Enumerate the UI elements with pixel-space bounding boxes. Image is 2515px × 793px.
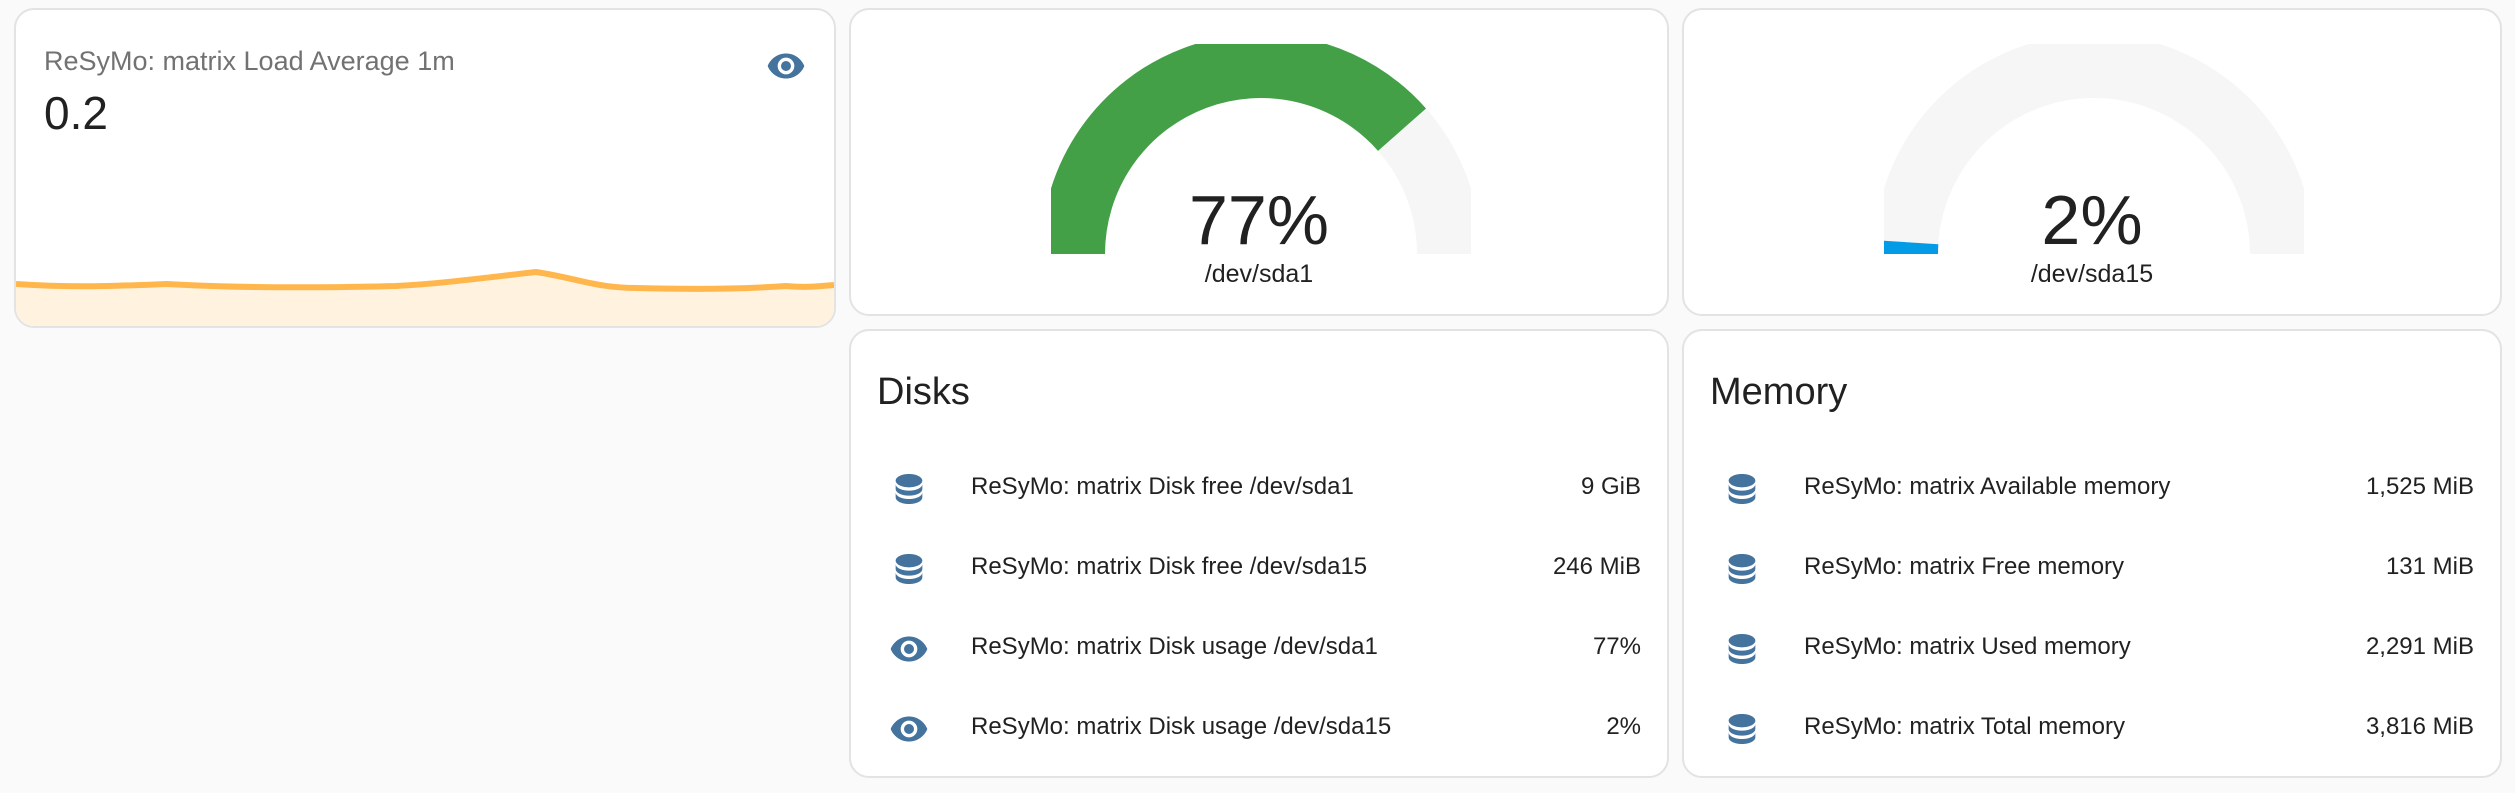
entity-label: ReSyMo: matrix Disk usage /dev/sda1 (971, 633, 1378, 660)
database-icon (1728, 714, 1756, 744)
entity-value: 9 GiB (1580, 473, 1641, 500)
gauge-card-sda15[interactable]: 2% /dev/sda15 (1682, 8, 2502, 316)
entity-row[interactable]: ReSyMo: matrix Total memory 3,816 MiB (1684, 689, 2500, 769)
entity-row[interactable]: ReSyMo: matrix Used memory 2,291 MiB (1684, 609, 2500, 689)
gauge-card-sda1[interactable]: 77% /dev/sda1 (849, 8, 1669, 316)
database-icon (895, 474, 923, 504)
entity-row[interactable]: ReSyMo: matrix Available memory 1,525 MiB (1684, 449, 2500, 529)
entity-value: 77% (1592, 633, 1641, 660)
entity-value: 3,816 MiB (2365, 713, 2474, 740)
entity-row[interactable]: ReSyMo: matrix Disk free /dev/sda1 9 GiB (851, 449, 1667, 529)
gauge-name: /dev/sda1 (1204, 260, 1314, 288)
load-average-card[interactable]: ReSyMo: matrix Load Average 1m 0.2 (14, 8, 836, 328)
entity-label: ReSyMo: matrix Disk usage /dev/sda15 (971, 713, 1392, 740)
card-title: Memory (1710, 371, 1848, 413)
entity-value: 1,525 MiB (2365, 473, 2474, 500)
eye-icon (890, 716, 928, 742)
entity-value: 2% (1606, 713, 1641, 740)
entity-row[interactable]: ReSyMo: matrix Disk free /dev/sda15 246 M… (851, 529, 1667, 609)
eye-icon (890, 636, 928, 662)
gauge-name: /dev/sda15 (2030, 260, 2154, 288)
entity-row[interactable]: ReSyMo: matrix Free memory 131 MiB (1684, 529, 2500, 609)
database-icon (895, 554, 923, 584)
sensor-name: ReSyMo: matrix Load Average 1m (44, 46, 455, 76)
entity-value: 2,291 MiB (2365, 633, 2474, 660)
sensor-value: 0.2 (44, 87, 108, 139)
history-graph (16, 268, 834, 326)
card-title: Disks (877, 371, 970, 413)
entity-row[interactable]: ReSyMo: matrix Disk usage /dev/sda15 2% (851, 689, 1667, 769)
entity-value: 246 MiB (1552, 553, 1641, 580)
database-icon (1728, 634, 1756, 664)
entity-label: ReSyMo: matrix Total memory (1804, 713, 2125, 740)
entity-label: ReSyMo: matrix Free memory (1804, 553, 2125, 580)
entity-label: ReSyMo: matrix Disk free /dev/sda15 (971, 553, 1368, 580)
database-icon (1728, 474, 1756, 504)
entity-row[interactable]: ReSyMo: matrix Disk usage /dev/sda1 77% (851, 609, 1667, 689)
entity-label: ReSyMo: matrix Available memory (1804, 473, 2171, 500)
entity-value: 131 MiB (2385, 553, 2474, 580)
database-icon (1728, 554, 1756, 584)
disks-card: Disks ReSyMo: matrix Disk free /dev/sda1… (849, 329, 1669, 778)
entity-label: ReSyMo: matrix Used memory (1804, 633, 2131, 660)
gauge-value: 2% (2041, 181, 2143, 259)
gauge-value: 77% (1188, 181, 1330, 259)
memory-card: Memory ReSyMo: matrix Available memory 1,… (1682, 329, 2502, 778)
eye-icon (767, 53, 805, 79)
entity-label: ReSyMo: matrix Disk free /dev/sda1 (971, 473, 1354, 500)
